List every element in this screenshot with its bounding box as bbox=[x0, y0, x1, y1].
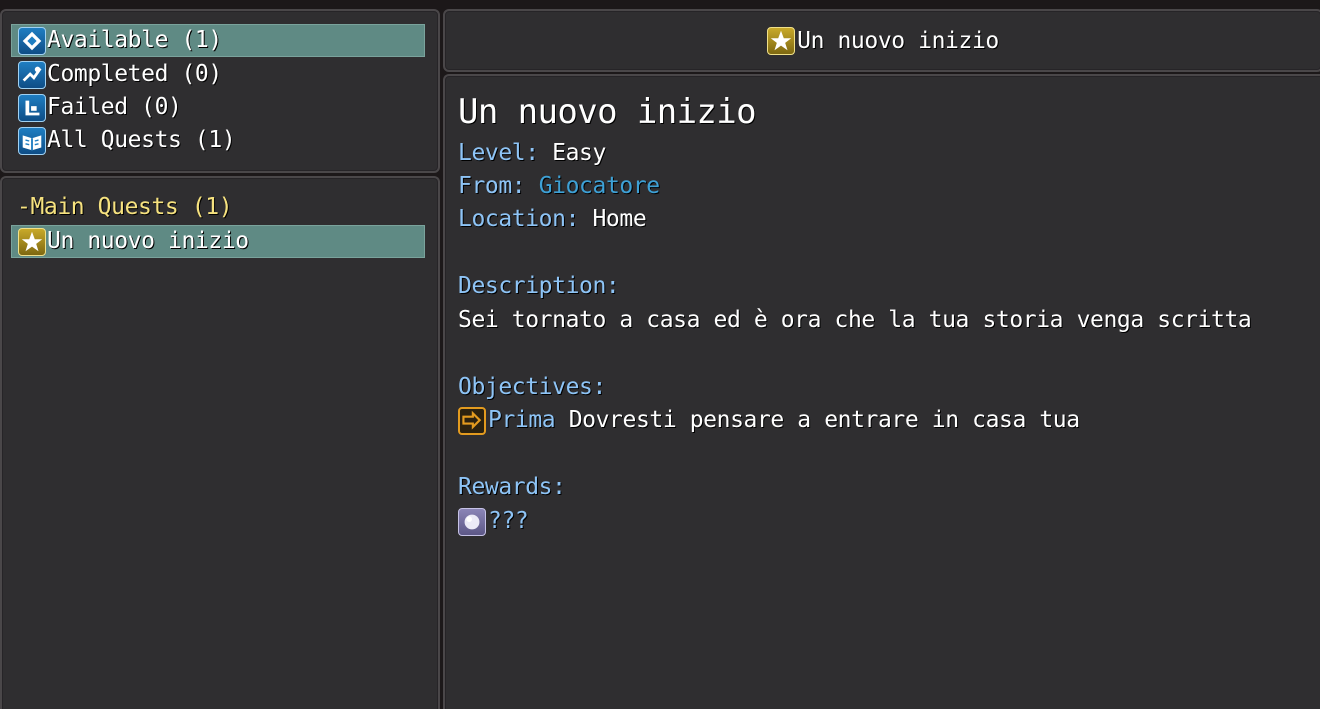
quest-location-line: Location: Home bbox=[458, 203, 647, 236]
category-label: Failed (0) bbox=[47, 94, 182, 120]
star-icon bbox=[18, 227, 46, 256]
level-value: Easy bbox=[552, 140, 606, 166]
category-label: Completed (0) bbox=[47, 61, 222, 87]
objective-text: Dovresti pensare a entrare in casa tua bbox=[568, 407, 1080, 433]
from-key: From: bbox=[458, 173, 526, 199]
objective-name: Prima bbox=[488, 407, 556, 433]
quest-completed-icon bbox=[18, 60, 46, 89]
location-value: Home bbox=[592, 206, 647, 232]
description-heading: Description: bbox=[458, 273, 620, 299]
objective-item: Prima Dovresti pensare a entrare in casa… bbox=[458, 404, 1080, 437]
reward-text: ??? bbox=[488, 508, 529, 534]
level-key: Level: bbox=[458, 140, 539, 166]
quest-failed-icon bbox=[18, 93, 46, 122]
category-label: Available (1) bbox=[47, 27, 222, 53]
arrow-icon bbox=[458, 406, 486, 435]
description-text: Sei tornato a casa ed è ora che la tua s… bbox=[458, 307, 1252, 333]
main-quests-group-header[interactable]: -Main Quests (1) bbox=[17, 194, 233, 220]
quest-list-item[interactable]: Un nuovo inizio bbox=[11, 225, 425, 258]
quest-level-line: Level: Easy bbox=[458, 137, 606, 170]
from-value: Giocatore bbox=[538, 173, 660, 199]
orb-icon bbox=[458, 507, 486, 536]
reward-item: ??? bbox=[458, 505, 529, 538]
category-completed[interactable]: Completed (0) bbox=[11, 58, 425, 91]
quest-title-bar: Un nuovo inizio bbox=[443, 24, 1320, 58]
quest-journal-scene: Available (1) Completed (0) Failed (0) A… bbox=[0, 0, 1320, 709]
quest-available-icon bbox=[18, 26, 46, 55]
quest-detail-title: Un nuovo inizio bbox=[458, 92, 757, 132]
category-all-quests[interactable]: All Quests (1) bbox=[11, 124, 425, 157]
objectives-heading: Objectives: bbox=[458, 374, 606, 400]
category-failed[interactable]: Failed (0) bbox=[11, 91, 425, 124]
category-label: All Quests (1) bbox=[47, 127, 236, 153]
quest-title-bar-text: Un nuovo inizio bbox=[797, 28, 999, 54]
all-quests-book-icon bbox=[18, 126, 46, 155]
quest-list-item-label: Un nuovo inizio bbox=[47, 228, 249, 254]
location-key: Location: bbox=[458, 206, 580, 232]
rewards-heading: Rewards: bbox=[458, 474, 566, 500]
category-available[interactable]: Available (1) bbox=[11, 24, 425, 57]
star-icon bbox=[767, 27, 796, 55]
quest-from-line: From: Giocatore bbox=[458, 170, 660, 203]
